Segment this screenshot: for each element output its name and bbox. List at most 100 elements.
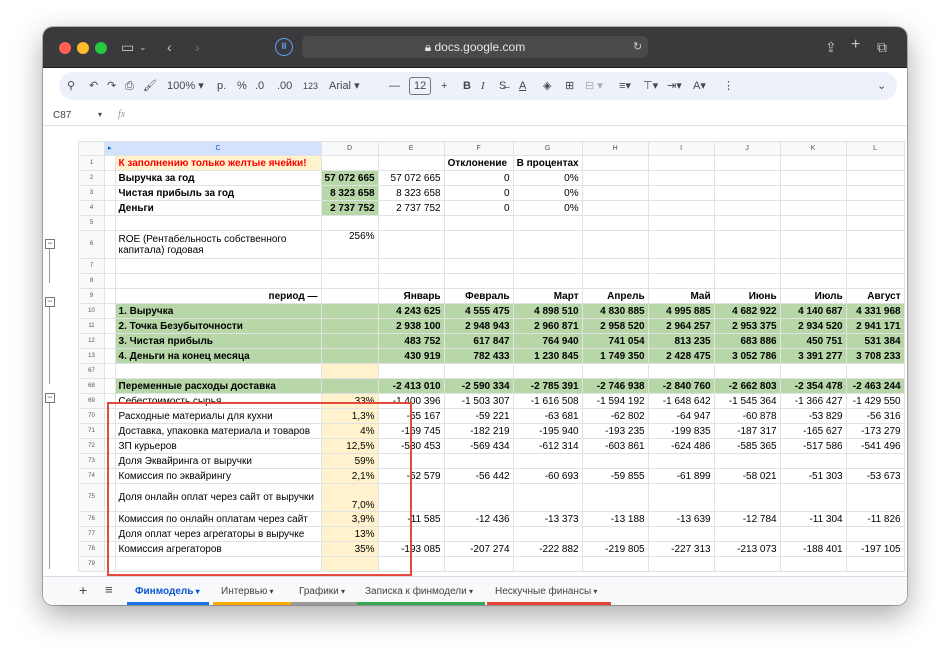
cell-i[interactable] <box>647 273 715 289</box>
merge-cells-icon[interactable]: ⊟ ▾ <box>585 79 603 93</box>
cell-k[interactable] <box>779 483 847 512</box>
cell-k[interactable]: 3 391 277 <box>779 348 847 364</box>
row-header[interactable]: 71 <box>78 423 105 439</box>
cell-d[interactable] <box>320 155 379 171</box>
cell-c[interactable]: Переменные расходы доставка <box>114 378 322 394</box>
cell-b[interactable] <box>104 170 116 186</box>
cell-g[interactable] <box>512 483 583 512</box>
cell-g[interactable]: -1 616 508 <box>512 393 583 409</box>
cell-k[interactable] <box>779 273 847 289</box>
row-header[interactable]: 73 <box>78 453 105 469</box>
undo-icon[interactable]: ↶ <box>89 79 98 93</box>
cell-k[interactable]: 4 140 687 <box>779 303 847 319</box>
cell-j[interactable]: -60 878 <box>713 408 781 424</box>
cell-d[interactable] <box>320 258 379 274</box>
cell-i[interactable] <box>647 363 715 379</box>
row-header[interactable]: 72 <box>78 438 105 454</box>
borders-icon[interactable]: ⊞ <box>565 79 574 93</box>
cell-k[interactable]: -165 627 <box>779 423 847 439</box>
cell-d[interactable] <box>320 378 379 394</box>
cell-h[interactable] <box>581 185 649 201</box>
cell-d[interactable]: 2 737 752 <box>320 200 379 216</box>
cell-g[interactable]: 0% <box>512 185 583 201</box>
cell-k[interactable]: -11 304 <box>779 511 847 527</box>
cell-f[interactable]: 2 948 943 <box>443 318 514 334</box>
cell-h[interactable]: 2 958 520 <box>581 318 649 334</box>
row-header[interactable]: 76 <box>78 511 105 527</box>
row-header[interactable]: 4 <box>78 200 105 216</box>
cell-i[interactable] <box>647 155 715 171</box>
cell-l[interactable]: -541 496 <box>845 438 905 454</box>
cell-e[interactable]: 8 323 658 <box>377 185 445 201</box>
cell-f[interactable]: -569 434 <box>443 438 514 454</box>
chevron-down-icon[interactable]: ▾ <box>467 587 473 596</box>
cell-h[interactable]: -219 805 <box>581 541 649 557</box>
cell-j[interactable]: -187 317 <box>713 423 781 439</box>
row-header[interactable]: 69 <box>78 393 105 409</box>
cell-h[interactable] <box>581 230 649 259</box>
cell-c[interactable]: К заполнению только желтые ячейки! <box>114 155 322 171</box>
cell-b[interactable] <box>104 363 116 379</box>
cell-i[interactable]: -61 899 <box>647 468 715 484</box>
row-header[interactable]: 6 <box>78 230 105 259</box>
spreadsheet-grid[interactable]: − − − ▸ C D E F G H I J K L 1 К заполнению только же… <box>43 127 907 576</box>
cell-c[interactable]: Чистая прибыль за год <box>114 185 322 201</box>
cell-j[interactable] <box>713 230 781 259</box>
cell-d[interactable]: 57 072 665 <box>320 170 379 186</box>
cell-k[interactable] <box>779 258 847 274</box>
forward-icon[interactable]: › <box>195 39 200 55</box>
cell-j[interactable]: Июнь <box>713 288 781 304</box>
cell-c[interactable]: 4. Деньги на конец месяца <box>114 348 322 364</box>
cell-g[interactable]: -222 882 <box>512 541 583 557</box>
cell-e[interactable]: 57 072 665 <box>377 170 445 186</box>
cell-j[interactable] <box>713 258 781 274</box>
cell-d[interactable]: 256% <box>320 230 379 259</box>
cell-k[interactable]: -517 586 <box>779 438 847 454</box>
cell-b[interactable] <box>104 258 116 274</box>
cell-f[interactable]: 782 433 <box>443 348 514 364</box>
chevron-down-icon[interactable]: ▾ <box>98 110 102 119</box>
cell-j[interactable] <box>713 185 781 201</box>
chevron-down-icon[interactable]: ▾ <box>339 587 345 596</box>
fill-color-icon[interactable]: ◈ <box>543 79 551 93</box>
cell-i[interactable] <box>647 170 715 186</box>
corner-cell[interactable] <box>78 141 105 156</box>
cell-d[interactable] <box>320 215 379 231</box>
cell-g[interactable] <box>512 363 583 379</box>
increase-decimal-button[interactable]: .00 <box>277 79 292 93</box>
cell-j[interactable]: 3 052 786 <box>713 348 781 364</box>
column-header-k[interactable]: K <box>779 141 847 156</box>
cell-e[interactable] <box>377 258 445 274</box>
decrease-font-icon[interactable]: — <box>389 79 400 93</box>
cell-j[interactable] <box>713 453 781 469</box>
cell-g[interactable] <box>512 230 583 259</box>
cell-k[interactable]: -53 829 <box>779 408 847 424</box>
cell-j[interactable] <box>713 155 781 171</box>
cell-i[interactable]: -13 639 <box>647 511 715 527</box>
cell-f[interactable] <box>443 556 514 572</box>
cell-d[interactable] <box>320 303 379 319</box>
share-icon[interactable]: ⇪ <box>825 39 837 55</box>
cell-j[interactable]: -585 365 <box>713 438 781 454</box>
cell-h[interactable] <box>581 363 649 379</box>
cell-e[interactable] <box>377 215 445 231</box>
cell-j[interactable]: -12 784 <box>713 511 781 527</box>
chevron-down-icon[interactable]: ▾ <box>267 587 274 596</box>
cell-h[interactable]: -1 594 192 <box>581 393 649 409</box>
cell-g[interactable] <box>512 526 583 542</box>
row-header[interactable]: 8 <box>78 273 105 289</box>
cell-e[interactable]: 430 919 <box>377 348 445 364</box>
all-sheets-icon[interactable]: ≡ <box>105 582 113 597</box>
cell-l[interactable] <box>845 483 905 512</box>
cell-k[interactable] <box>779 526 847 542</box>
row-header[interactable]: 9 <box>78 288 105 304</box>
cell-k[interactable] <box>779 215 847 231</box>
cell-h[interactable]: 4 830 885 <box>581 303 649 319</box>
cell-j[interactable] <box>713 200 781 216</box>
row-header[interactable]: 70 <box>78 408 105 424</box>
cell-l[interactable] <box>845 363 905 379</box>
cell-c[interactable] <box>114 273 322 289</box>
reload-icon[interactable]: ↻ <box>633 39 642 55</box>
cell-h[interactable] <box>581 556 649 572</box>
cell-c[interactable]: период — <box>114 288 322 304</box>
